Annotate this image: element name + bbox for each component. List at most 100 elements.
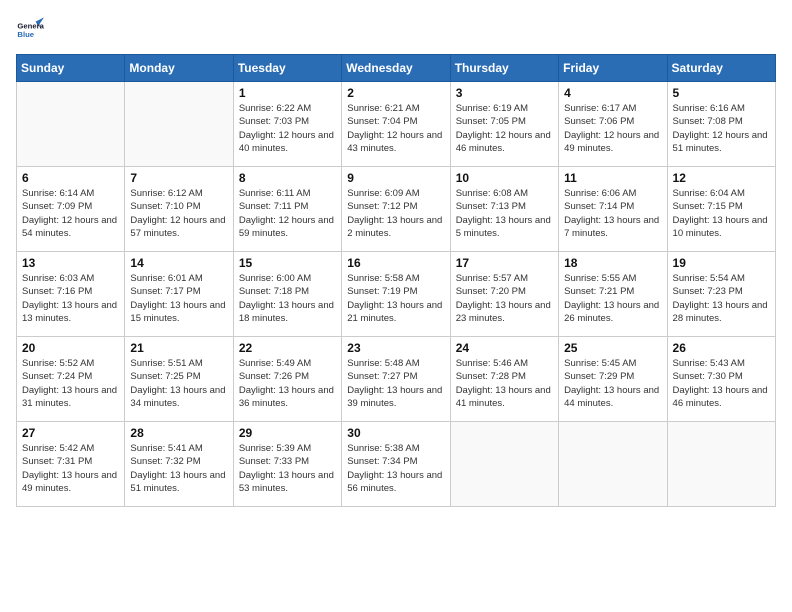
day-info: Sunrise: 6:22 AMSunset: 7:03 PMDaylight:… bbox=[239, 102, 336, 155]
day-info: Sunrise: 6:06 AMSunset: 7:14 PMDaylight:… bbox=[564, 187, 661, 240]
day-number: 10 bbox=[456, 171, 553, 185]
day-info: Sunrise: 5:42 AMSunset: 7:31 PMDaylight:… bbox=[22, 442, 119, 495]
day-number: 26 bbox=[673, 341, 770, 355]
day-number: 4 bbox=[564, 86, 661, 100]
day-number: 9 bbox=[347, 171, 444, 185]
day-cell: 20 Sunrise: 5:52 AMSunset: 7:24 PMDayligh… bbox=[17, 337, 125, 422]
day-cell: 30 Sunrise: 5:38 AMSunset: 7:34 PMDayligh… bbox=[342, 422, 450, 507]
day-info: Sunrise: 5:43 AMSunset: 7:30 PMDaylight:… bbox=[673, 357, 770, 410]
day-cell: 9 Sunrise: 6:09 AMSunset: 7:12 PMDaylight… bbox=[342, 167, 450, 252]
day-info: Sunrise: 6:17 AMSunset: 7:06 PMDaylight:… bbox=[564, 102, 661, 155]
logo-icon: General Blue bbox=[16, 16, 44, 44]
day-number: 24 bbox=[456, 341, 553, 355]
day-cell: 7 Sunrise: 6:12 AMSunset: 7:10 PMDaylight… bbox=[125, 167, 233, 252]
day-cell: 16 Sunrise: 5:58 AMSunset: 7:19 PMDayligh… bbox=[342, 252, 450, 337]
day-cell: 11 Sunrise: 6:06 AMSunset: 7:14 PMDayligh… bbox=[559, 167, 667, 252]
day-info: Sunrise: 6:19 AMSunset: 7:05 PMDaylight:… bbox=[456, 102, 553, 155]
day-number: 12 bbox=[673, 171, 770, 185]
day-number: 6 bbox=[22, 171, 119, 185]
day-number: 16 bbox=[347, 256, 444, 270]
day-number: 8 bbox=[239, 171, 336, 185]
day-cell: 21Sunrise: 5:51 AMSunset: 7:25 PMDayligh… bbox=[125, 337, 233, 422]
day-cell bbox=[450, 422, 558, 507]
day-info: Sunrise: 6:11 AMSunset: 7:11 PMDaylight:… bbox=[239, 187, 336, 240]
day-info: Sunrise: 6:03 AMSunset: 7:16 PMDaylight:… bbox=[22, 272, 119, 325]
day-info: Sunrise: 5:48 AMSunset: 7:27 PMDaylight:… bbox=[347, 357, 444, 410]
day-number: 30 bbox=[347, 426, 444, 440]
day-number: 11 bbox=[564, 171, 661, 185]
weekday-header-sunday: Sunday bbox=[17, 55, 125, 82]
page-header: General Blue bbox=[16, 16, 776, 44]
day-info: Sunrise: 5:39 AMSunset: 7:33 PMDaylight:… bbox=[239, 442, 336, 495]
day-info: Sunrise: 5:54 AMSunset: 7:23 PMDaylight:… bbox=[673, 272, 770, 325]
week-row-2: 6Sunrise: 6:14 AMSunset: 7:09 PMDaylight… bbox=[17, 167, 776, 252]
week-row-3: 13 Sunrise: 6:03 AMSunset: 7:16 PMDayligh… bbox=[17, 252, 776, 337]
day-cell: 8 Sunrise: 6:11 AMSunset: 7:11 PMDaylight… bbox=[233, 167, 341, 252]
weekday-header-tuesday: Tuesday bbox=[233, 55, 341, 82]
day-info: Sunrise: 6:00 AMSunset: 7:18 PMDaylight:… bbox=[239, 272, 336, 325]
day-cell: 26 Sunrise: 5:43 AMSunset: 7:30 PMDayligh… bbox=[667, 337, 775, 422]
day-info: Sunrise: 6:01 AMSunset: 7:17 PMDaylight:… bbox=[130, 272, 227, 325]
day-cell: 12Sunrise: 6:04 AMSunset: 7:15 PMDayligh… bbox=[667, 167, 775, 252]
calendar-body: 1 Sunrise: 6:22 AMSunset: 7:03 PMDaylight… bbox=[17, 82, 776, 507]
day-info: Sunrise: 5:57 AMSunset: 7:20 PMDaylight:… bbox=[456, 272, 553, 325]
day-number: 19 bbox=[673, 256, 770, 270]
day-cell: 6Sunrise: 6:14 AMSunset: 7:09 PMDaylight… bbox=[17, 167, 125, 252]
day-info: Sunrise: 5:46 AMSunset: 7:28 PMDaylight:… bbox=[456, 357, 553, 410]
day-number: 5 bbox=[673, 86, 770, 100]
day-cell: 4 Sunrise: 6:17 AMSunset: 7:06 PMDaylight… bbox=[559, 82, 667, 167]
day-cell: 22 Sunrise: 5:49 AMSunset: 7:26 PMDayligh… bbox=[233, 337, 341, 422]
day-info: Sunrise: 5:49 AMSunset: 7:26 PMDaylight:… bbox=[239, 357, 336, 410]
day-info: Sunrise: 6:09 AMSunset: 7:12 PMDaylight:… bbox=[347, 187, 444, 240]
day-number: 14 bbox=[130, 256, 227, 270]
weekday-header-row: SundayMondayTuesdayWednesdayThursdayFrid… bbox=[17, 55, 776, 82]
day-cell: 19 Sunrise: 5:54 AMSunset: 7:23 PMDayligh… bbox=[667, 252, 775, 337]
day-info: Sunrise: 5:38 AMSunset: 7:34 PMDaylight:… bbox=[347, 442, 444, 495]
day-number: 20 bbox=[22, 341, 119, 355]
day-number: 2 bbox=[347, 86, 444, 100]
day-cell: 23 Sunrise: 5:48 AMSunset: 7:27 PMDayligh… bbox=[342, 337, 450, 422]
day-info: Sunrise: 6:08 AMSunset: 7:13 PMDaylight:… bbox=[456, 187, 553, 240]
day-cell: 28Sunrise: 5:41 AMSunset: 7:32 PMDayligh… bbox=[125, 422, 233, 507]
day-number: 13 bbox=[22, 256, 119, 270]
day-cell bbox=[667, 422, 775, 507]
day-cell bbox=[17, 82, 125, 167]
day-cell: 3 Sunrise: 6:19 AMSunset: 7:05 PMDaylight… bbox=[450, 82, 558, 167]
day-cell bbox=[125, 82, 233, 167]
day-number: 22 bbox=[239, 341, 336, 355]
weekday-header-monday: Monday bbox=[125, 55, 233, 82]
calendar-header: SundayMondayTuesdayWednesdayThursdayFrid… bbox=[17, 55, 776, 82]
day-cell: 10 Sunrise: 6:08 AMSunset: 7:13 PMDayligh… bbox=[450, 167, 558, 252]
day-cell: 14 Sunrise: 6:01 AMSunset: 7:17 PMDayligh… bbox=[125, 252, 233, 337]
day-number: 1 bbox=[239, 86, 336, 100]
calendar-table: SundayMondayTuesdayWednesdayThursdayFrid… bbox=[16, 54, 776, 507]
day-cell: 2Sunrise: 6:21 AMSunset: 7:04 PMDaylight… bbox=[342, 82, 450, 167]
weekday-header-friday: Friday bbox=[559, 55, 667, 82]
weekday-header-wednesday: Wednesday bbox=[342, 55, 450, 82]
day-info: Sunrise: 5:58 AMSunset: 7:19 PMDaylight:… bbox=[347, 272, 444, 325]
weekday-header-thursday: Thursday bbox=[450, 55, 558, 82]
weekday-header-saturday: Saturday bbox=[667, 55, 775, 82]
day-cell: 27Sunrise: 5:42 AMSunset: 7:31 PMDayligh… bbox=[17, 422, 125, 507]
day-info: Sunrise: 6:16 AMSunset: 7:08 PMDaylight:… bbox=[673, 102, 770, 155]
day-cell: 18Sunrise: 5:55 AMSunset: 7:21 PMDayligh… bbox=[559, 252, 667, 337]
day-number: 21 bbox=[130, 341, 227, 355]
day-cell: 25Sunrise: 5:45 AMSunset: 7:29 PMDayligh… bbox=[559, 337, 667, 422]
day-number: 15 bbox=[239, 256, 336, 270]
day-number: 23 bbox=[347, 341, 444, 355]
week-row-4: 20 Sunrise: 5:52 AMSunset: 7:24 PMDayligh… bbox=[17, 337, 776, 422]
logo: General Blue bbox=[16, 16, 44, 44]
svg-text:Blue: Blue bbox=[17, 30, 34, 39]
week-row-5: 27Sunrise: 5:42 AMSunset: 7:31 PMDayligh… bbox=[17, 422, 776, 507]
day-number: 28 bbox=[130, 426, 227, 440]
day-cell bbox=[559, 422, 667, 507]
day-number: 3 bbox=[456, 86, 553, 100]
day-info: Sunrise: 5:52 AMSunset: 7:24 PMDaylight:… bbox=[22, 357, 119, 410]
day-cell: 1 Sunrise: 6:22 AMSunset: 7:03 PMDaylight… bbox=[233, 82, 341, 167]
day-number: 7 bbox=[130, 171, 227, 185]
day-number: 29 bbox=[239, 426, 336, 440]
day-cell: 5 Sunrise: 6:16 AMSunset: 7:08 PMDaylight… bbox=[667, 82, 775, 167]
day-number: 18 bbox=[564, 256, 661, 270]
day-info: Sunrise: 6:12 AMSunset: 7:10 PMDaylight:… bbox=[130, 187, 227, 240]
day-cell: 24 Sunrise: 5:46 AMSunset: 7:28 PMDayligh… bbox=[450, 337, 558, 422]
